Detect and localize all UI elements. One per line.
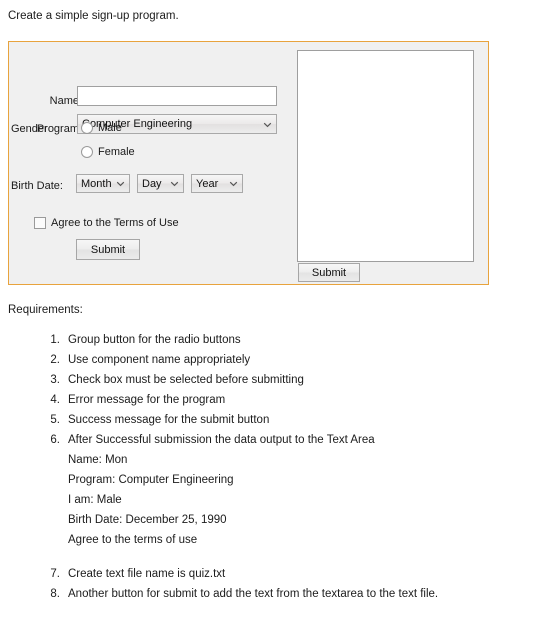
birth-year-value: Year xyxy=(196,177,219,190)
requirement-number: 4. xyxy=(50,394,60,406)
requirements-spacer xyxy=(8,550,528,564)
requirement-item: 3. Check box must be selected before subm… xyxy=(8,370,528,390)
radio-icon xyxy=(81,146,93,158)
birth-day-value: Day xyxy=(142,177,162,190)
requirement-text: Create text file name is quiz.txt xyxy=(68,568,226,580)
agree-terms-checkbox[interactable]: Agree to the Terms of Use xyxy=(34,217,179,229)
requirement-number: 8. xyxy=(50,588,60,600)
requirement-item: 7. Create text file name is quiz.txt xyxy=(8,564,528,584)
requirement-body: Check box must be selected before submit… xyxy=(68,370,528,390)
chevron-down-icon xyxy=(262,119,273,130)
signup-form-panel: Name Program Computer Engineering Gender… xyxy=(8,41,489,285)
requirement-number: 3. xyxy=(50,374,60,386)
requirement-item: 5. Success message for the submit button xyxy=(8,410,528,430)
requirement-item: 2. Use component name appropriately xyxy=(8,350,528,370)
requirements-list: 1. Group button for the radio buttons 2. Us… xyxy=(8,330,528,604)
radio-icon xyxy=(81,122,93,134)
requirement-body: After Successful submission the data out… xyxy=(68,430,528,550)
requirement-subline: Agree to the terms of use xyxy=(68,534,198,546)
birth-day-select[interactable]: Day xyxy=(137,174,184,193)
requirement-body: Error message for the program xyxy=(68,390,528,410)
gender-radio-female-label: Female xyxy=(98,146,135,158)
requirement-text: After Successful submission the data out… xyxy=(68,434,375,446)
textarea-submit-button-label: Submit xyxy=(311,266,347,279)
requirement-body: Another button for submit to add the tex… xyxy=(68,584,528,604)
requirement-body: Create text file name is quiz.txt xyxy=(68,564,528,584)
checkbox-icon xyxy=(34,217,46,229)
requirement-text: Group button for the radio buttons xyxy=(68,334,241,346)
chevron-down-icon xyxy=(115,178,126,189)
chevron-down-icon xyxy=(228,178,239,189)
agree-terms-label: Agree to the Terms of Use xyxy=(51,217,179,229)
textarea-submit-button[interactable]: Submit xyxy=(298,263,360,282)
gender-radio-female[interactable]: Female xyxy=(81,146,135,158)
chevron-down-icon xyxy=(169,178,180,189)
gender-label: Gender xyxy=(11,123,48,135)
gender-radio-male-label: Male xyxy=(98,122,122,134)
requirement-item: 1. Group button for the radio buttons xyxy=(8,330,528,350)
requirement-text: Use component name appropriately xyxy=(68,354,251,366)
name-input[interactable] xyxy=(77,86,277,106)
requirement-subline: I am: Male xyxy=(68,494,122,506)
signup-form-surface: Name Program Computer Engineering Gender… xyxy=(9,42,488,284)
birth-month-select[interactable]: Month xyxy=(76,174,130,193)
requirement-number: 7. xyxy=(50,568,60,580)
submit-button-label: Submit xyxy=(90,243,126,256)
requirements-heading: Requirements: xyxy=(8,304,83,316)
birth-date-label: Birth Date: xyxy=(11,180,63,192)
requirement-body: Group button for the radio buttons xyxy=(68,330,528,350)
requirement-number: 1. xyxy=(50,334,60,346)
submit-button[interactable]: Submit xyxy=(76,239,140,260)
name-label: Name xyxy=(49,95,79,107)
requirement-item: 6. After Successful submission the data o… xyxy=(8,430,528,550)
requirement-number: 2. xyxy=(50,354,60,366)
requirement-body: Success message for the submit button xyxy=(68,410,528,430)
requirement-body: Use component name appropriately xyxy=(68,350,528,370)
gender-radio-male[interactable]: Male xyxy=(81,122,122,134)
requirement-number: 6. xyxy=(50,434,60,446)
output-textarea[interactable] xyxy=(297,50,474,262)
requirement-number: 5. xyxy=(50,414,60,426)
requirement-subline: Birth Date: December 25, 1990 xyxy=(68,514,227,526)
requirement-text: Check box must be selected before submit… xyxy=(68,374,304,386)
page-title: Create a simple sign-up program. xyxy=(8,10,179,22)
requirement-item: 4. Error message for the program xyxy=(8,390,528,410)
requirement-item: 8. Another button for submit to add the t… xyxy=(8,584,528,604)
requirement-text: Error message for the program xyxy=(68,394,226,406)
requirement-subline: Name: Mon xyxy=(68,454,128,466)
requirement-text: Success message for the submit button xyxy=(68,414,270,426)
requirement-subline: Program: Computer Engineering xyxy=(68,474,234,486)
birth-year-select[interactable]: Year xyxy=(191,174,243,193)
requirement-text: Another button for submit to add the tex… xyxy=(68,588,439,600)
birth-month-value: Month xyxy=(81,177,112,190)
